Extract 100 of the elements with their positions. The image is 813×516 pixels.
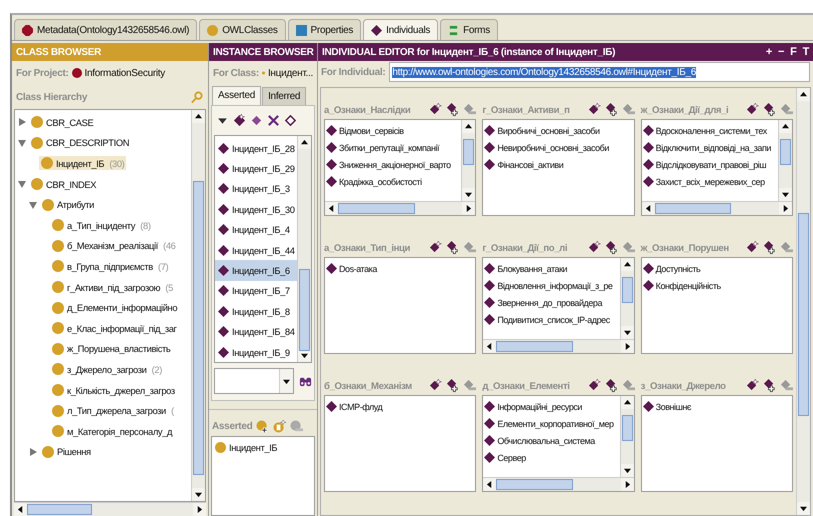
add-class-icon[interactable] bbox=[256, 420, 270, 433]
create-instance-icon[interactable] bbox=[233, 114, 246, 127]
vertical-scrollbar[interactable] bbox=[297, 136, 311, 362]
instance-item[interactable]: Інцидент_ІБ_84 bbox=[215, 322, 297, 342]
arrow-up-icon[interactable] bbox=[782, 123, 789, 130]
create-instance-icon[interactable] bbox=[588, 379, 601, 392]
value-item[interactable]: Елементи_корпоративної_мер bbox=[483, 415, 620, 432]
instance-item[interactable]: Інцидент_ІБ_6 bbox=[215, 260, 297, 281]
horizontal-scrollbar[interactable] bbox=[642, 201, 792, 215]
create-instance-icon[interactable] bbox=[746, 241, 759, 254]
create-instance-icon[interactable] bbox=[746, 379, 759, 392]
instance-item[interactable]: Інцидент_ІБ_4 bbox=[215, 220, 297, 240]
create-instance-icon[interactable] bbox=[429, 241, 442, 254]
create-instance-icon[interactable] bbox=[588, 103, 601, 116]
value-item[interactable]: Конфіденційність bbox=[642, 277, 792, 294]
arrow-down-icon[interactable] bbox=[195, 491, 202, 498]
tree-item[interactable]: Атрибути bbox=[40, 198, 96, 212]
tree-item[interactable]: CBR_INDEX bbox=[29, 177, 98, 192]
tree-item[interactable]: е_Клас_інформації_під_заг bbox=[50, 321, 179, 336]
arrow-down-icon[interactable] bbox=[465, 191, 472, 198]
arrow-down-icon[interactable] bbox=[782, 191, 789, 198]
arrow-left-icon[interactable] bbox=[328, 205, 335, 212]
add-instance-icon[interactable] bbox=[604, 103, 618, 116]
create-instance-icon[interactable] bbox=[746, 103, 759, 116]
tree-item[interactable]: к_Кількість_джерел_загроз bbox=[50, 383, 177, 398]
add-instance-icon[interactable] bbox=[446, 103, 460, 116]
tab[interactable]: Individuals bbox=[363, 19, 438, 40]
value-item[interactable]: Відслідковувати_правові_ріш bbox=[642, 156, 778, 173]
tree-item[interactable]: б_Механізм_реалізації (46 bbox=[50, 238, 178, 253]
horizontal-scrollbar[interactable] bbox=[483, 477, 634, 491]
diamond-icon[interactable] bbox=[250, 114, 263, 127]
delete-icon[interactable] bbox=[267, 114, 280, 127]
add-instance-icon[interactable] bbox=[446, 241, 460, 254]
vertical-scrollbar[interactable] bbox=[191, 110, 205, 501]
scroll-thumb[interactable] bbox=[622, 414, 633, 442]
add-instance-icon[interactable] bbox=[762, 379, 776, 392]
tab[interactable]: Inferred bbox=[262, 87, 306, 105]
vertical-scrollbar[interactable] bbox=[461, 120, 476, 201]
instance-item[interactable]: Інцидент_ІБ_29 bbox=[215, 158, 297, 179]
arrow-down-icon[interactable] bbox=[301, 352, 308, 359]
arrow-up-icon[interactable] bbox=[465, 123, 472, 130]
tab[interactable]: Forms bbox=[440, 19, 498, 40]
arrow-down-icon[interactable] bbox=[800, 505, 807, 512]
value-item[interactable]: Вдосконалення_системи_тех bbox=[642, 122, 778, 139]
arrow-left-icon[interactable] bbox=[17, 506, 24, 513]
collapse-icon[interactable] bbox=[28, 200, 38, 210]
tree-item[interactable]: Інцидент_ІБ (30) bbox=[39, 156, 126, 170]
value-item[interactable]: Виробничі_основні_засоби bbox=[483, 122, 634, 139]
instance-item[interactable]: Інцидент_ІБ_28 bbox=[215, 138, 297, 158]
header-button[interactable]: T bbox=[802, 46, 809, 58]
instance-item[interactable]: Інцидент_ІБ_8 bbox=[215, 301, 297, 322]
tree-item[interactable]: л_Тип_джерела_загрози ( bbox=[50, 404, 176, 418]
tree-item[interactable]: в_Група_підприємств (7) bbox=[50, 259, 170, 274]
value-item[interactable]: Невиробничі_основні_засоби bbox=[483, 139, 634, 156]
header-button[interactable]: − bbox=[778, 46, 784, 58]
create-class-icon[interactable] bbox=[273, 420, 286, 433]
tree-item[interactable]: а_Тип_інциденту (8) bbox=[50, 218, 153, 232]
value-item[interactable]: Збитки_репутації_компанії bbox=[325, 139, 462, 156]
arrow-up-icon[interactable] bbox=[301, 139, 308, 146]
add-instance-icon[interactable] bbox=[762, 241, 776, 254]
value-item[interactable]: Сервер bbox=[483, 449, 620, 466]
vertical-scrollbar[interactable] bbox=[620, 258, 634, 339]
value-item[interactable]: Dos-атака bbox=[325, 260, 476, 277]
scroll-thumb[interactable] bbox=[622, 276, 633, 304]
value-item[interactable]: Блокування_атаки bbox=[483, 260, 620, 277]
horizontal-scrollbar[interactable] bbox=[14, 502, 206, 516]
tree-item[interactable]: ж_Порушена_властивість bbox=[50, 342, 172, 356]
arrow-right-icon[interactable] bbox=[465, 205, 472, 212]
tab[interactable]: Properties bbox=[288, 19, 362, 40]
tree-item[interactable]: CBR_CASE bbox=[29, 115, 96, 130]
arrow-up-icon[interactable] bbox=[624, 399, 631, 406]
value-item[interactable]: Відновлення_інформації_з_ре bbox=[483, 277, 620, 294]
arrow-up-icon[interactable] bbox=[624, 261, 631, 268]
arrow-right-icon[interactable] bbox=[624, 481, 631, 488]
value-item[interactable]: Подивитися_список_IP-адрес bbox=[483, 311, 620, 328]
uri-field[interactable]: http://www.owl-ontologies.com/Ontology1432658546.owl#Інцидент_ІБ_6 bbox=[389, 62, 810, 82]
tree-item[interactable]: м_Категорія_персоналу_д bbox=[50, 424, 174, 438]
tree-item[interactable]: г_Активи_під_загрозою (5 bbox=[50, 280, 175, 294]
tab[interactable]: Metadata(Ontology1432658546.owl) bbox=[14, 19, 198, 40]
arrow-right-icon[interactable] bbox=[782, 205, 789, 212]
expand-icon[interactable] bbox=[28, 446, 38, 457]
arrow-right-icon[interactable] bbox=[624, 343, 631, 350]
value-item[interactable]: Інформаційні_ресурси bbox=[483, 398, 620, 415]
scroll-thumb[interactable] bbox=[780, 138, 791, 166]
vertical-scrollbar[interactable] bbox=[796, 88, 810, 515]
tree-item[interactable]: CBR_DESCRIPTION bbox=[29, 136, 132, 150]
scroll-thumb[interactable] bbox=[463, 138, 474, 166]
arrow-left-icon[interactable] bbox=[486, 481, 494, 488]
value-item[interactable]: Доступність bbox=[642, 260, 792, 277]
create-instance-icon[interactable] bbox=[588, 241, 601, 254]
create-instance-icon[interactable] bbox=[429, 379, 442, 392]
tab[interactable]: Asserted bbox=[212, 86, 262, 105]
tree-item[interactable]: д_Елементи_інформаційно bbox=[50, 300, 180, 315]
arrow-down-icon[interactable] bbox=[624, 467, 631, 474]
tab[interactable]: OWLClasses bbox=[199, 19, 286, 40]
value-item[interactable]: Звернення_до_провайдера bbox=[483, 294, 620, 311]
arrow-down-icon[interactable] bbox=[283, 378, 290, 384]
arrow-down-icon[interactable] bbox=[624, 329, 631, 336]
arrow-up-icon[interactable] bbox=[195, 113, 202, 120]
arrow-left-icon[interactable] bbox=[644, 205, 652, 212]
